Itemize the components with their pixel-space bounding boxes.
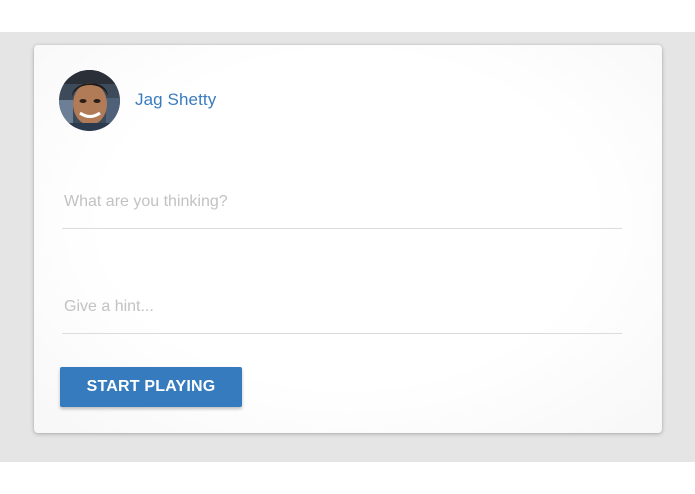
hint-field[interactable]: [62, 293, 626, 334]
hint-input[interactable]: [62, 293, 626, 320]
start-playing-button[interactable]: START PLAYING: [60, 367, 242, 407]
thought-input[interactable]: [62, 188, 626, 215]
avatar-photo-icon: [59, 70, 120, 131]
avatar[interactable]: [59, 70, 120, 131]
post-card: Jag Shetty START PLAYING: [34, 45, 662, 433]
thought-field[interactable]: [62, 188, 626, 229]
user-name[interactable]: Jag Shetty: [135, 90, 216, 110]
